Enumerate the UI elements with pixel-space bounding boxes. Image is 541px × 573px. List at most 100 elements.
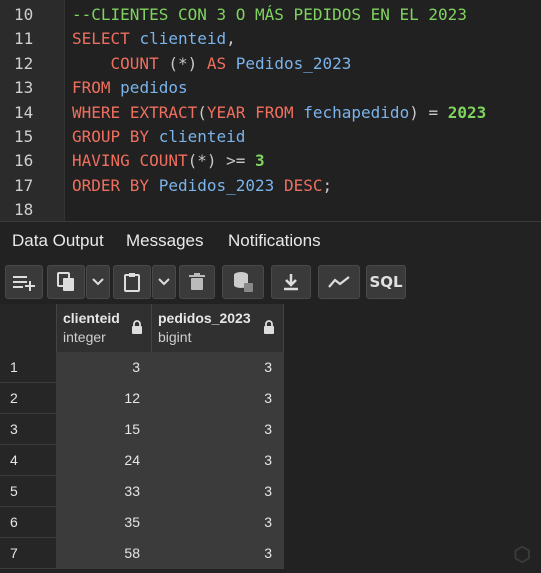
code-text: ORDER BY Pedidos_2023 DESC; — [72, 174, 332, 198]
table-row[interactable]: 2 12 3 — [0, 383, 284, 414]
save-data-icon — [234, 272, 253, 292]
copy-dropdown-chevron-icon — [92, 278, 104, 286]
code-line[interactable]: 12 COUNT (*) AS Pedidos_2023 — [0, 52, 541, 76]
row-number[interactable]: 5 — [0, 476, 57, 507]
results-toolbar: SQL — [0, 260, 541, 304]
column-header-clienteid[interactable]: clienteid integer — [57, 304, 152, 352]
tab-notifications[interactable]: Notifications — [222, 222, 327, 260]
row-number[interactable]: 4 — [0, 445, 57, 476]
table-row[interactable]: 7 58 3 — [0, 538, 284, 569]
paste-button[interactable] — [113, 265, 151, 299]
delete-button[interactable] — [179, 265, 215, 299]
line-number: 15 — [14, 127, 34, 146]
add-row-icon — [13, 276, 35, 291]
code-line[interactable]: 16 HAVING COUNT(*) >= 3 — [0, 149, 541, 173]
table-row[interactable]: 5 33 3 — [0, 476, 284, 507]
row-number[interactable]: 1 — [0, 352, 57, 383]
cell-pedidos-2023[interactable]: 3 — [152, 476, 284, 507]
code-line[interactable]: 11 SELECT clienteid, — [0, 27, 541, 51]
paste-icon — [124, 273, 140, 292]
cell-pedidos-2023[interactable]: 3 — [152, 414, 284, 445]
cell-pedidos-2023[interactable]: 3 — [152, 352, 284, 383]
row-number[interactable]: 6 — [0, 507, 57, 538]
code-token: ; — [322, 175, 333, 195]
cell-clienteid[interactable]: 24 — [57, 445, 152, 476]
code-token: WHERE — [72, 102, 121, 122]
lock-icon — [132, 320, 142, 334]
row-number[interactable]: 2 — [0, 383, 57, 414]
code-text: COUNT (*) AS Pedidos_2023 — [72, 52, 352, 76]
cell-pedidos-2023[interactable]: 3 — [152, 538, 284, 569]
tab-messages[interactable]: Messages — [120, 222, 209, 260]
code-token: COUNT — [139, 151, 188, 171]
cell-clienteid[interactable]: 15 — [57, 414, 152, 445]
line-number: 12 — [14, 53, 34, 73]
code-line[interactable]: 10 --CLIENTES CON 3 O MÁS PEDIDOS EN EL 2… — [0, 3, 541, 27]
save-data-button[interactable] — [222, 265, 264, 299]
column-type: integer — [63, 329, 106, 345]
table-row[interactable]: 133 — [0, 352, 284, 383]
line-number: 16 — [14, 151, 34, 171]
tab-data-output[interactable]: Data Output — [6, 222, 110, 262]
code-token: GROUP BY — [72, 127, 150, 146]
code-token: pedidos — [120, 78, 188, 98]
code-line[interactable]: 14 WHERE EXTRACT(YEAR FROM fechapedido) =… — [0, 101, 541, 125]
sql-button[interactable]: SQL — [366, 265, 406, 299]
code-token: HAVING — [72, 151, 130, 171]
sql-editor[interactable]: 10 --CLIENTES CON 3 O MÁS PEDIDOS EN EL 2… — [0, 0, 541, 221]
delete-icon — [189, 273, 205, 290]
code-token: clienteid — [158, 127, 246, 146]
code-token: --CLIENTES CON 3 O MÁS PEDIDOS EN EL 202… — [72, 5, 467, 24]
paste-dropdown-button[interactable] — [152, 265, 176, 299]
code-token: fechapedido — [303, 102, 410, 122]
code-token: 2023 — [447, 102, 487, 122]
download-button[interactable] — [271, 265, 311, 299]
cell-clienteid[interactable]: 12 — [57, 383, 152, 414]
platzi-watermark: ⬡ — [513, 544, 531, 566]
download-icon — [284, 274, 298, 291]
code-text: GROUP BY clienteid — [72, 125, 245, 149]
table-row[interactable]: 4 24 3 — [0, 445, 284, 476]
table-row[interactable]: 6 35 3 — [0, 507, 284, 538]
add-row-button[interactable] — [5, 265, 43, 299]
code-token: YEAR — [206, 102, 246, 122]
code-token: AS — [206, 53, 227, 73]
graph-visualiser-button[interactable] — [318, 265, 360, 299]
row-number[interactable]: 7 — [0, 538, 57, 569]
cell-pedidos-2023[interactable]: 3 — [152, 383, 284, 414]
code-token: Pedidos_2023 — [158, 175, 275, 195]
column-type: bigint — [158, 329, 192, 345]
code-line[interactable]: 17 ORDER BY Pedidos_2023 DESC; — [0, 174, 541, 198]
copy-dropdown-button[interactable] — [86, 265, 110, 299]
code-token: , — [226, 29, 236, 49]
code-token: EXTRACT — [129, 102, 198, 122]
cell-clienteid[interactable]: 35 — [57, 507, 152, 538]
cell-pedidos-2023[interactable]: 3 — [152, 507, 284, 538]
column-name: pedidos_2023 — [158, 310, 251, 326]
cell-clienteid[interactable]: 3 — [57, 352, 152, 383]
table-row[interactable]: 3 15 3 — [0, 414, 284, 445]
code-line[interactable]: 13 FROM pedidos — [0, 76, 541, 100]
row-number[interactable]: 3 — [0, 414, 57, 445]
line-number: 11 — [14, 29, 34, 49]
results-grid: clienteid integer pedidos_2023 bigint 13… — [0, 304, 541, 573]
code-token: (*) >= — [187, 151, 256, 171]
code-line[interactable]: 15 GROUP BY clienteid — [0, 125, 541, 149]
copy-button[interactable] — [47, 265, 85, 299]
graph-icon — [328, 276, 350, 288]
cell-clienteid[interactable]: 58 — [57, 538, 152, 569]
code-token: Pedidos_2023 — [235, 53, 352, 73]
cell-pedidos-2023[interactable]: 3 — [152, 445, 284, 476]
column-header-pedidos-2023[interactable]: pedidos_2023 bigint — [152, 304, 284, 352]
line-number: 17 — [14, 175, 34, 195]
code-token: FROM — [72, 78, 111, 98]
cell-clienteid[interactable]: 33 — [57, 476, 152, 507]
code-line[interactable]: 18 — [0, 198, 541, 222]
